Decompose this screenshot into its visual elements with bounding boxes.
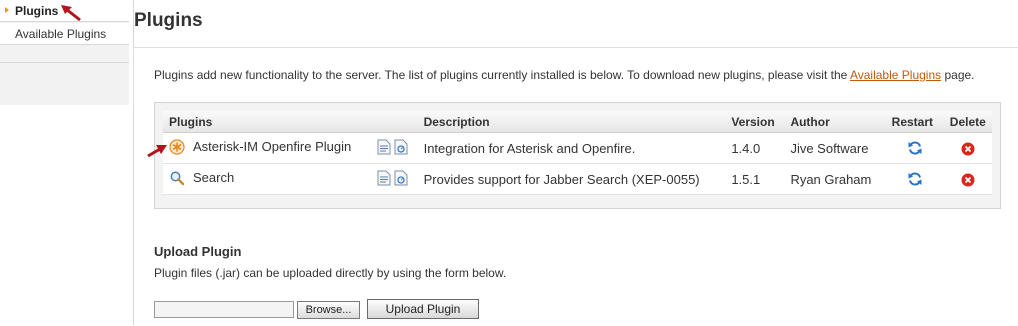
- delete-cell: [943, 132, 992, 164]
- plugins-table-frame: Plugins Description Version Author Resta…: [154, 102, 1001, 209]
- readme-doc-icon[interactable]: [377, 170, 391, 186]
- changelog-doc-icon[interactable]: [394, 139, 408, 155]
- table-row: Asterisk-IM Openfire Plugin Integration …: [163, 132, 992, 164]
- plugin-name: Asterisk-IM Openfire Plugin: [193, 139, 352, 154]
- asterisk-plugin-icon: [169, 138, 185, 155]
- plugin-author: Jive Software: [784, 132, 886, 164]
- delete-icon[interactable]: [961, 142, 975, 156]
- header-description: Description: [417, 111, 726, 133]
- table-row: Search Provides support for Jabber Searc…: [163, 163, 992, 195]
- sidebar-item-available-plugins[interactable]: Available Plugins: [0, 23, 129, 45]
- upload-plugin-description: Plugin files (.jar) can be uploaded dire…: [154, 266, 507, 280]
- header-restart: Restart: [885, 111, 944, 133]
- header-delete: Delete: [943, 111, 992, 133]
- restart-cell: [885, 132, 944, 164]
- plugin-description: Provides support for Jabber Search (XEP-…: [417, 163, 726, 195]
- plugin-name: Search: [193, 170, 235, 185]
- intro-text-after: page.: [941, 68, 975, 82]
- sidebar-item-label: Plugins: [15, 4, 59, 18]
- restart-icon[interactable]: [907, 140, 923, 156]
- browse-button[interactable]: Browse...: [297, 301, 360, 319]
- table-header-row: Plugins Description Version Author Resta…: [163, 111, 992, 133]
- changelog-doc-icon[interactable]: [394, 170, 408, 186]
- intro-text: Plugins add new functionality to the ser…: [154, 68, 975, 82]
- sidebar-item-plugins[interactable]: Plugins: [0, 0, 129, 22]
- restart-icon[interactable]: [907, 171, 923, 187]
- delete-cell: [943, 163, 992, 195]
- delete-icon[interactable]: [961, 173, 975, 187]
- sidebar: Plugins Available Plugins: [0, 0, 129, 105]
- upload-plugin-button[interactable]: Upload Plugin: [367, 299, 479, 319]
- sidebar-item-label: Available Plugins: [15, 27, 107, 41]
- header-plugins: Plugins: [163, 111, 372, 133]
- main-content: Plugins add new functionality to the ser…: [134, 47, 1018, 326]
- plugin-author: Ryan Graham: [784, 163, 886, 195]
- header-author: Author: [784, 111, 886, 133]
- page-title: Plugins: [134, 10, 203, 31]
- plugin-version: 1.4.0: [725, 132, 785, 164]
- plugin-name-cell: Search: [163, 163, 372, 195]
- sidebar-bullet-icon: [5, 7, 9, 13]
- upload-plugin-heading: Upload Plugin: [154, 244, 242, 259]
- plugin-version: 1.5.1: [725, 163, 785, 195]
- plugin-docs-cell: [371, 163, 418, 195]
- intro-text-before: Plugins add new functionality to the ser…: [154, 68, 850, 82]
- magnifier-icon: [170, 171, 185, 185]
- header-docs: [371, 111, 418, 133]
- readme-doc-icon[interactable]: [377, 139, 391, 155]
- plugin-docs-cell: [371, 132, 418, 164]
- annotation-arrow-icon: [61, 5, 81, 22]
- plugin-name-cell: Asterisk-IM Openfire Plugin: [163, 132, 372, 164]
- plugins-table: Plugins Description Version Author Resta…: [163, 111, 992, 195]
- header-version: Version: [725, 111, 785, 133]
- annotation-arrow-icon: [147, 145, 167, 158]
- plugin-file-input[interactable]: [154, 301, 294, 318]
- plugin-description: Integration for Asterisk and Openfire.: [417, 132, 726, 164]
- restart-cell: [885, 163, 944, 195]
- sidebar-divider: [0, 62, 129, 63]
- available-plugins-link[interactable]: Available Plugins: [850, 68, 941, 82]
